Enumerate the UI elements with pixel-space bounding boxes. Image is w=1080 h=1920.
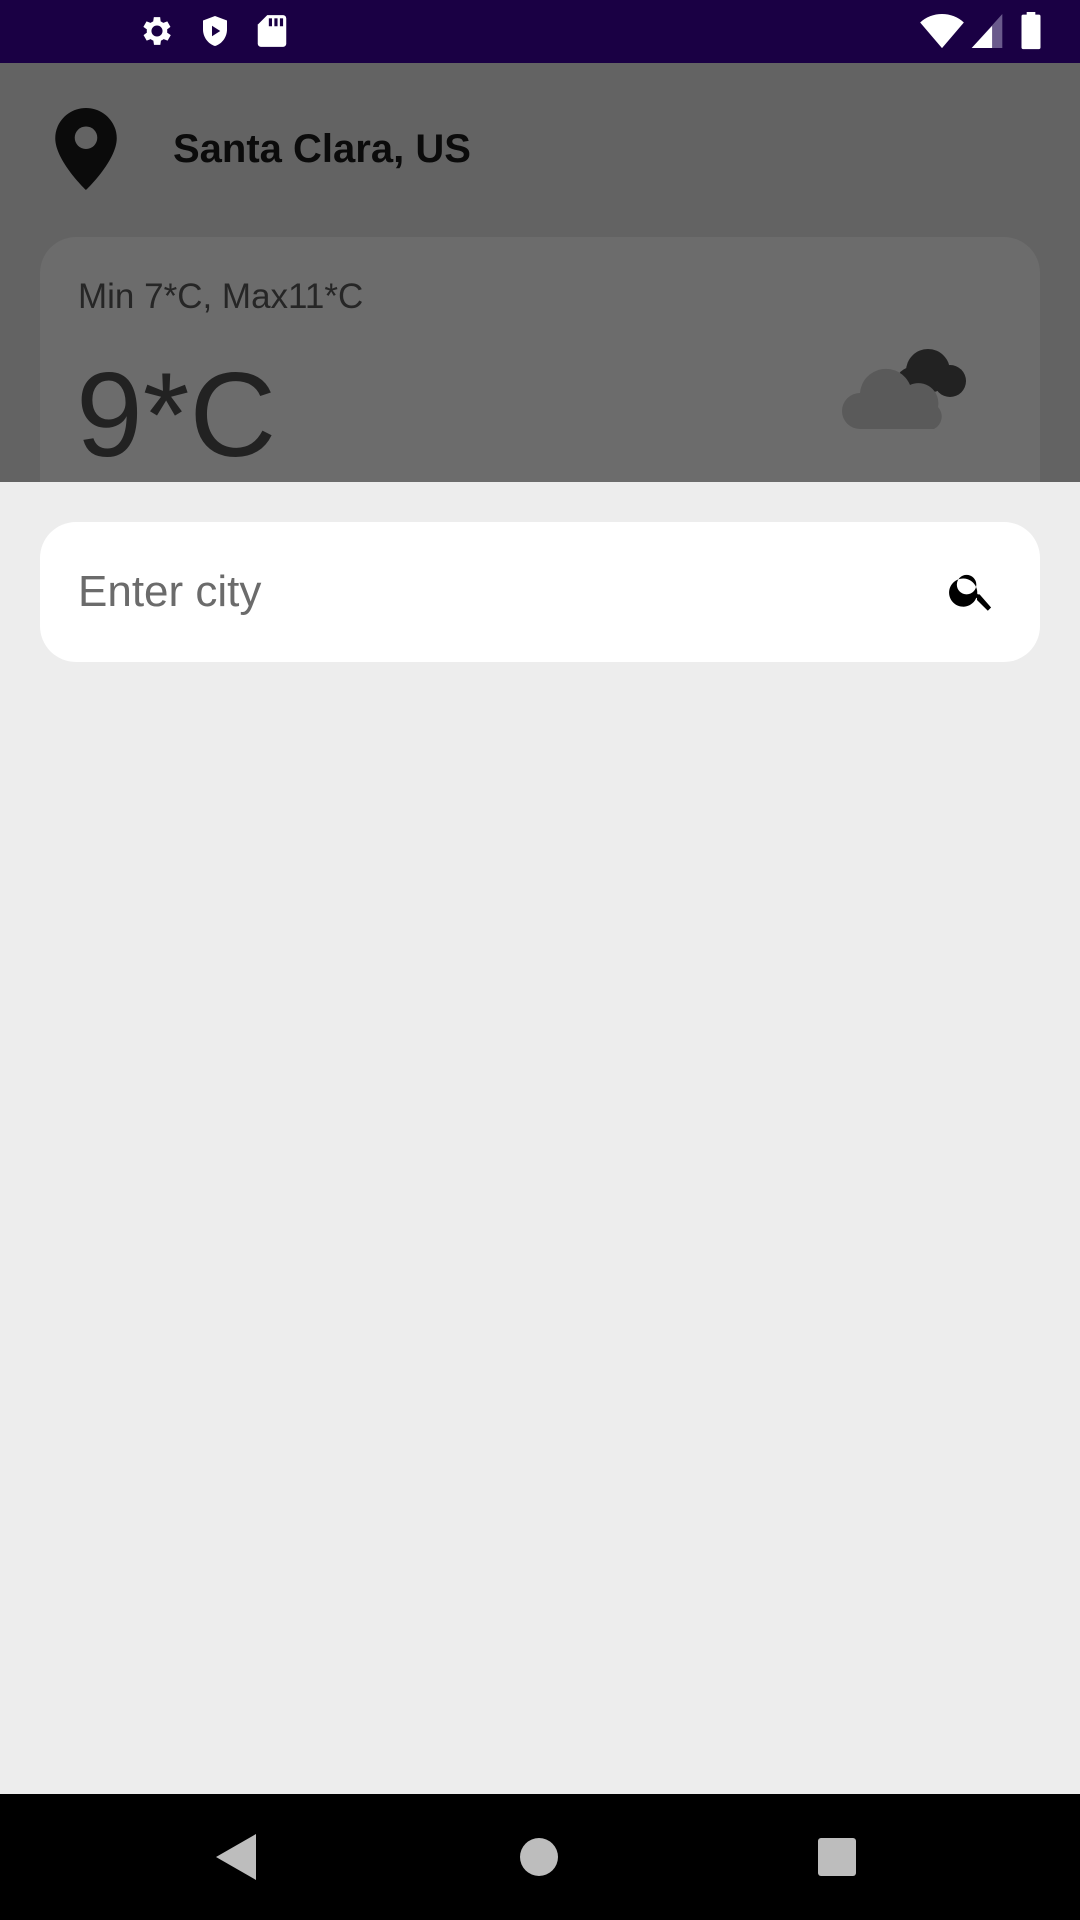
min-max-temperature: Min 7*C, Max11*C [78,277,364,316]
back-icon[interactable] [214,1832,260,1887]
home-icon[interactable] [519,1837,559,1882]
cell-signal-icon [970,12,1004,55]
city-search-box [40,522,1040,662]
city-title: Santa Clara, US [173,127,471,171]
settings-icon [138,12,176,55]
search-icon [946,564,998,621]
weather-card: Min 7*C, Max11*C 9*C [40,237,1040,482]
navigation-bar [0,1794,1080,1920]
cloud-night-icon [840,343,980,438]
wifi-icon [918,12,966,55]
search-sheet [0,482,1080,1794]
recents-icon[interactable] [817,1837,857,1882]
weather-app-background: Santa Clara, US Min 7*C, Max11*C 9*C [0,63,1080,482]
battery-icon [1019,12,1043,55]
current-temperature: 9*C [76,348,277,482]
screen: Santa Clara, US Min 7*C, Max11*C 9*C [0,0,1080,1920]
play-protect-icon [197,12,233,55]
search-button[interactable] [940,560,1004,624]
sd-card-icon [256,12,288,55]
location-pin-icon [55,108,117,195]
status-bar [0,0,1080,63]
city-search-input[interactable] [78,522,898,662]
